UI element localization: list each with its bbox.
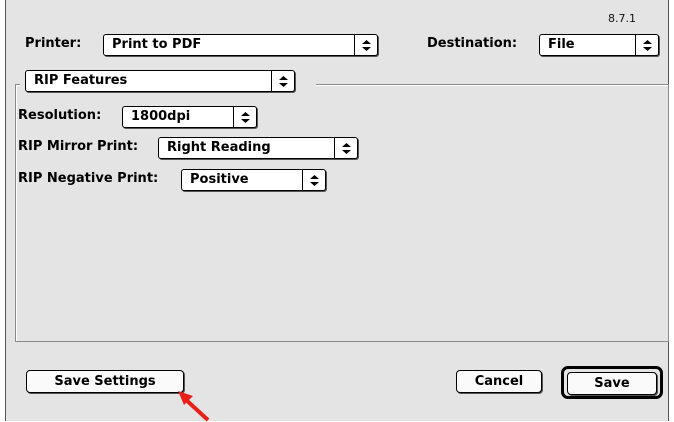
mirror-popup[interactable]: Right Reading	[158, 137, 358, 159]
mirror-label: RIP Mirror Print:	[18, 139, 139, 154]
section-popup[interactable]: RIP Features	[25, 70, 295, 92]
destination-popup[interactable]: File	[539, 34, 659, 56]
resolution-popup[interactable]: 1800dpi	[122, 106, 257, 128]
updown-arrows-icon	[334, 138, 357, 158]
version-label: 8.7.1	[608, 12, 636, 25]
negative-popup-value: Positive	[190, 172, 249, 187]
printer-popup[interactable]: Print to PDF	[103, 34, 378, 56]
resolution-label: Resolution:	[18, 108, 102, 123]
cancel-button[interactable]: Cancel	[456, 370, 542, 393]
destination-popup-value: File	[548, 37, 575, 52]
mirror-popup-value: Right Reading	[167, 140, 271, 155]
save-button[interactable]: Save	[567, 372, 657, 395]
negative-popup[interactable]: Positive	[181, 169, 326, 191]
print-dialog: 8.7.1 Printer: Print to PDF Destination:…	[5, 0, 669, 421]
updown-arrows-icon	[635, 35, 658, 55]
section-popup-value: RIP Features	[34, 73, 128, 88]
rip-features-panel	[15, 84, 669, 342]
updown-arrows-icon	[271, 71, 294, 91]
save-settings-button[interactable]: Save Settings	[26, 370, 184, 393]
negative-label: RIP Negative Print:	[18, 171, 159, 186]
updown-arrows-icon	[233, 107, 256, 127]
resolution-popup-value: 1800dpi	[131, 109, 191, 124]
updown-arrows-icon	[302, 170, 325, 190]
destination-label: Destination:	[427, 36, 518, 51]
annotation-arrow-icon	[178, 391, 210, 422]
updown-arrows-icon	[354, 35, 377, 55]
printer-label: Printer:	[25, 36, 82, 51]
printer-popup-value: Print to PDF	[112, 37, 202, 52]
